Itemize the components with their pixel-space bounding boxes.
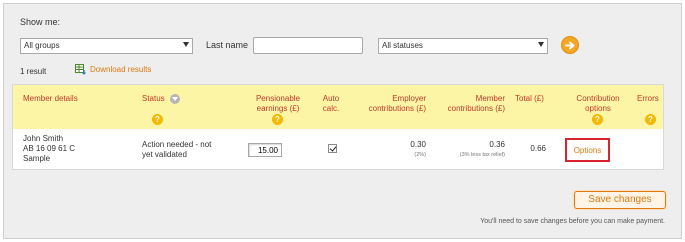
status-select[interactable]: All statuses bbox=[378, 38, 548, 54]
employer-contribution-value: 0.30 bbox=[410, 140, 426, 149]
chevron-down-icon bbox=[183, 42, 189, 47]
contribution-options-help-icon[interactable]: ? bbox=[592, 114, 603, 125]
auto-calc-checkbox[interactable] bbox=[328, 144, 337, 153]
download-results-link[interactable]: Download results bbox=[75, 64, 151, 75]
member-details-cell: John Smith AB 16 09 61 C Sample bbox=[23, 134, 75, 164]
total-value: 0.66 bbox=[530, 144, 546, 153]
header-employer-contributions: Employer contributions (£) bbox=[333, 94, 426, 114]
pensionable-help-icon[interactable]: ? bbox=[272, 114, 283, 125]
result-count: 1 result bbox=[20, 67, 47, 76]
member-ni-number: AB 16 09 61 C bbox=[23, 144, 76, 153]
contributions-table: Member details Status ? Pensionable earn… bbox=[12, 84, 664, 170]
status-sort-chevron-icon[interactable] bbox=[170, 94, 180, 104]
header-contrib-line1: Contribution bbox=[576, 94, 620, 103]
table-header: Member details Status ? Pensionable earn… bbox=[13, 85, 663, 129]
header-pensionable-line2: earnings (£) bbox=[256, 104, 300, 113]
pensionable-earnings-input[interactable] bbox=[248, 143, 282, 157]
header-pensionable-line1: Pensionable bbox=[255, 94, 301, 103]
member-group: Sample bbox=[23, 154, 51, 163]
employer-contribution-note: (2%) bbox=[414, 152, 426, 158]
status-line2: yet validated bbox=[142, 150, 187, 159]
save-changes-button[interactable]: Save changes bbox=[574, 191, 666, 209]
member-name: John Smith bbox=[23, 134, 64, 143]
status-cell: Action needed - not yet validated bbox=[142, 140, 211, 160]
download-results-label: Download results bbox=[90, 65, 152, 74]
last-name-input[interactable] bbox=[253, 37, 363, 54]
go-arrow-button[interactable] bbox=[561, 36, 579, 54]
last-name-label: Last name bbox=[206, 40, 249, 50]
show-me-label: Show me: bbox=[20, 17, 61, 27]
header-member-line2: contributions (£) bbox=[447, 104, 505, 113]
status-help-icon[interactable]: ? bbox=[152, 114, 163, 125]
chevron-down-icon bbox=[538, 42, 544, 47]
member-contribution-note: (3% less tax relief) bbox=[459, 152, 505, 158]
options-highlight-box: Options bbox=[565, 138, 610, 162]
errors-help-icon[interactable]: ? bbox=[645, 114, 656, 125]
save-changes-note: You'll need to save changes before you c… bbox=[480, 218, 665, 225]
header-contrib-line2: options bbox=[585, 104, 611, 113]
header-status: Status bbox=[142, 94, 165, 103]
member-contribution-cell: 0.36 (3% less tax relief) bbox=[433, 140, 505, 160]
groups-select-value: All groups bbox=[24, 41, 60, 50]
header-member-line1: Member bbox=[475, 94, 505, 103]
header-member-contributions: Member contributions (£) bbox=[433, 94, 505, 114]
header-total: Total (£) bbox=[515, 94, 544, 103]
contribution-options-link[interactable]: Options bbox=[567, 146, 608, 155]
groups-select[interactable]: All groups bbox=[20, 38, 193, 54]
header-employer-line1: Employer bbox=[392, 94, 426, 103]
employer-contribution-cell: 0.30 (2%) bbox=[373, 140, 426, 160]
status-line1: Action needed - not bbox=[142, 140, 212, 149]
member-contribution-value: 0.36 bbox=[489, 140, 505, 149]
header-pensionable-earnings: Pensionable earnings (£) bbox=[243, 94, 313, 114]
arrow-right-icon bbox=[565, 41, 575, 50]
spreadsheet-download-icon bbox=[75, 64, 87, 75]
header-contribution-options: Contribution options bbox=[563, 94, 633, 114]
header-errors: Errors bbox=[637, 94, 659, 103]
status-select-value: All statuses bbox=[382, 41, 423, 50]
header-employer-line2: contributions (£) bbox=[368, 104, 426, 113]
header-member-details: Member details bbox=[23, 94, 78, 103]
